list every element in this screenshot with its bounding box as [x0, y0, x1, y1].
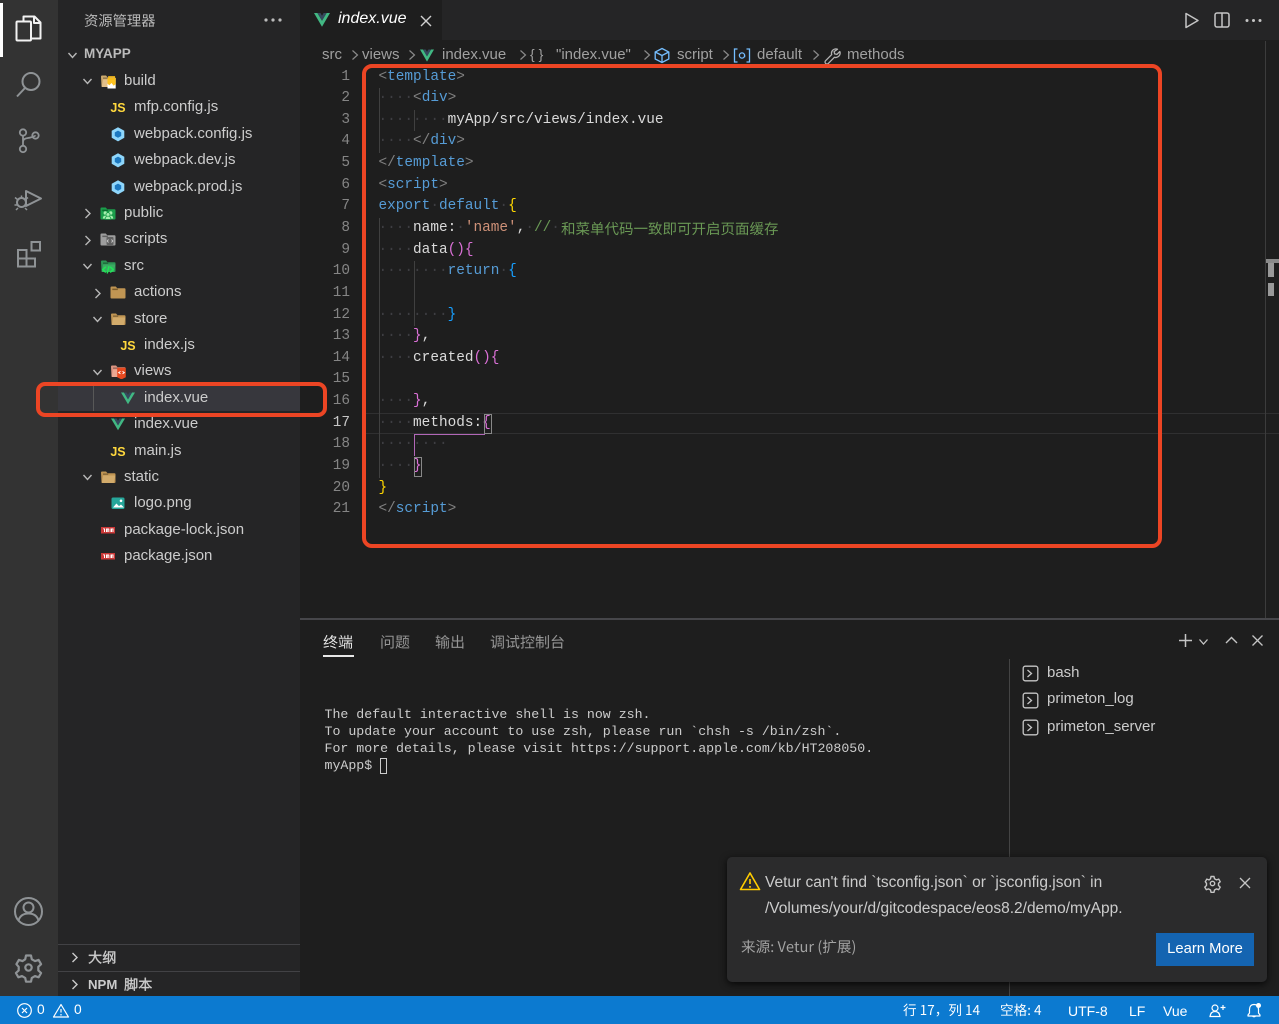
svg-text:JS: JS: [110, 101, 125, 115]
svg-text:JS: JS: [120, 339, 135, 353]
svg-text:JS: JS: [110, 445, 125, 459]
